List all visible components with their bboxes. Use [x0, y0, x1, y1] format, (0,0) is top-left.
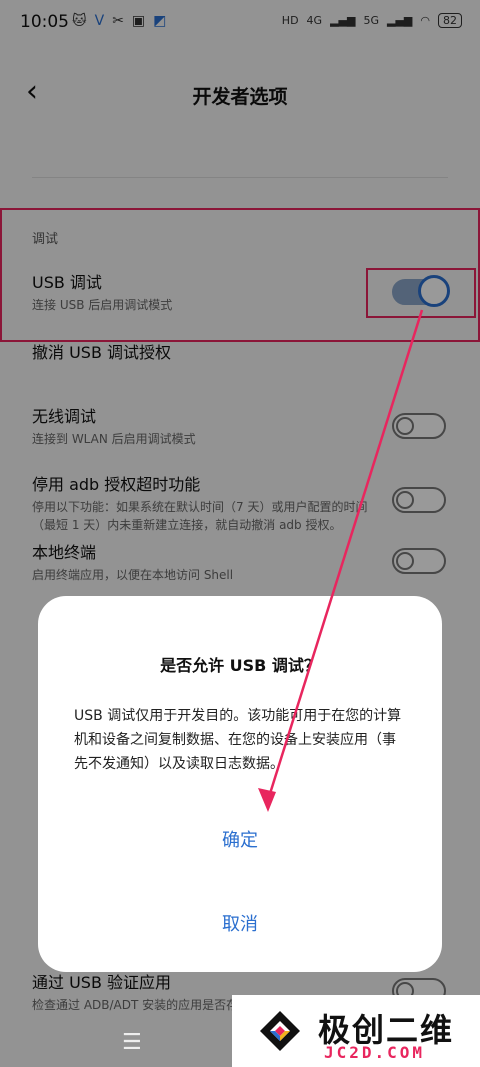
usb-debug-dialog: 是否允许 USB 调试？ USB 调试仅用于开发目的。该功能可用于在您的计算机和…	[38, 596, 442, 972]
cancel-button[interactable]: 取消	[38, 910, 442, 936]
dialog-message: USB 调试仅用于开发目的。该功能可用于在您的计算机和设备之间复制数据、在您的设…	[74, 708, 402, 772]
menu-icon[interactable]: ☰	[122, 1030, 142, 1055]
dialog-title: 是否允许 USB 调试？	[160, 656, 320, 675]
watermark-domain: JC2D.COM	[324, 1043, 426, 1062]
confirm-button[interactable]: 确定	[38, 826, 442, 852]
watermark-logo: 极创二维 JC2D.COM	[232, 995, 480, 1067]
watermark-cube-icon	[260, 1011, 300, 1051]
